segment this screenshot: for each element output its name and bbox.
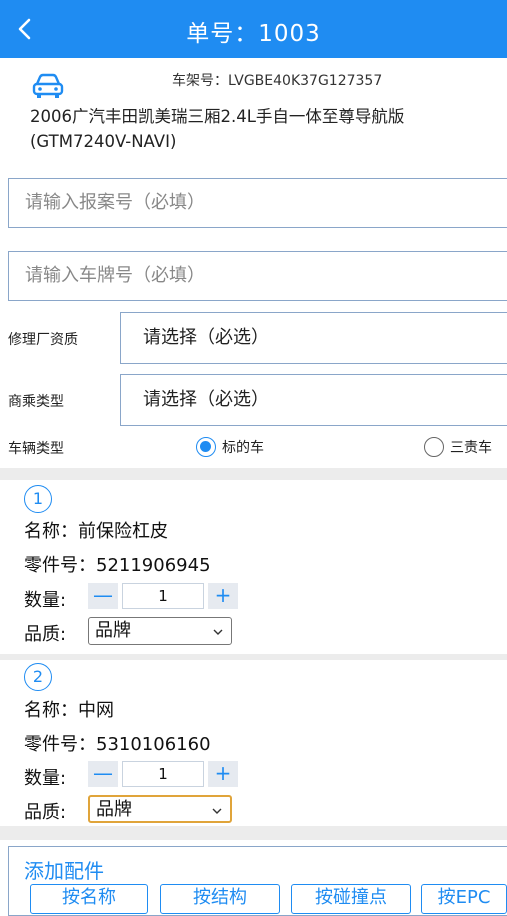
quality-select[interactable]: 品牌 — [88, 617, 232, 645]
quantity-stepper: — 1 + — [88, 583, 238, 609]
quality-select[interactable]: 品牌 — [88, 795, 232, 823]
repair-shop-label: 修理厂资质 — [8, 332, 78, 348]
part-name: 名称：前保险杠皮 — [24, 521, 168, 542]
part-index-badge: 2 — [24, 663, 52, 691]
repair-shop-select[interactable]: 请选择（必选） — [120, 312, 507, 364]
vehicle-model-line2: (GTM7240V-NAVI) — [30, 132, 177, 151]
quantity-field[interactable]: 1 — [122, 583, 204, 609]
radio-third-party-vehicle[interactable]: 三责车 — [424, 437, 492, 457]
add-by-epc-button[interactable]: 按EPC — [421, 884, 507, 914]
quality-value: 品牌 — [95, 620, 131, 641]
vehicle-model: 2006广汽丰田凯美瑞三厢2.4L手自一体至尊导航版 (GTM7240V-NAV… — [30, 104, 495, 154]
vin-text: 车架号：LVGBE40K37G127357 — [172, 73, 383, 89]
quantity-label: 数量: — [24, 590, 67, 611]
usage-type-label: 商乘类型 — [8, 394, 64, 410]
section-divider — [0, 468, 507, 480]
part-code: 零件号：5211906945 — [24, 555, 211, 576]
top-bar: 单号：1003 — [0, 0, 507, 58]
decrement-button[interactable]: — — [88, 583, 118, 609]
decrement-button[interactable]: — — [88, 761, 118, 787]
part-name: 名称：中网 — [24, 700, 114, 721]
vehicle-model-line1: 2006广汽丰田凯美瑞三厢2.4L手自一体至尊导航版 — [30, 107, 405, 126]
chevron-down-icon — [212, 808, 222, 814]
radio-checked-icon — [196, 437, 216, 457]
quantity-field[interactable]: 1 — [122, 761, 204, 787]
add-by-name-button[interactable]: 按名称 — [30, 884, 148, 914]
add-by-collision-point-button[interactable]: 按碰撞点 — [291, 884, 411, 914]
section-divider — [0, 654, 507, 660]
increment-button[interactable]: + — [208, 761, 238, 787]
section-divider — [0, 826, 507, 840]
vehicle-type-label: 车辆类型 — [8, 441, 64, 457]
page-title: 单号：1003 — [186, 21, 321, 47]
part-index-badge: 1 — [24, 485, 52, 513]
plate-number-input[interactable]: 请输入车牌号（必填） — [8, 251, 507, 301]
quantity-label: 数量: — [24, 768, 67, 789]
quality-label: 品质: — [24, 624, 67, 645]
radio-subject-vehicle-label: 标的车 — [222, 440, 264, 456]
quantity-stepper: — 1 + — [88, 761, 238, 787]
add-by-structure-button[interactable]: 按结构 — [160, 884, 280, 914]
increment-button[interactable]: + — [208, 583, 238, 609]
usage-type-select[interactable]: 请选择（必选） — [120, 374, 507, 426]
claim-number-input[interactable]: 请输入报案号（必填） — [8, 178, 507, 228]
radio-subject-vehicle[interactable]: 标的车 — [196, 437, 264, 457]
quality-value: 品牌 — [96, 799, 132, 820]
radio-third-party-label: 三责车 — [450, 440, 492, 456]
chevron-down-icon — [213, 629, 223, 635]
add-parts-title: 添加配件 — [24, 859, 104, 883]
part-code: 零件号：5310106160 — [24, 734, 211, 755]
car-icon — [32, 73, 64, 98]
quality-label: 品质: — [24, 802, 67, 823]
radio-unchecked-icon — [424, 437, 444, 457]
